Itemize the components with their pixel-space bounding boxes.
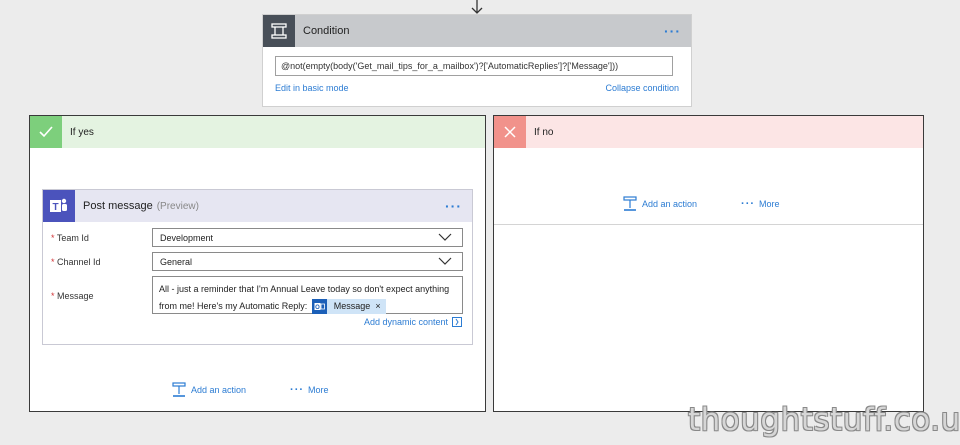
add-action-icon xyxy=(623,196,637,211)
chevron-down-icon xyxy=(438,257,452,265)
collapse-condition-link[interactable]: Collapse condition xyxy=(605,83,679,93)
condition-header[interactable]: Condition ··· xyxy=(263,15,691,47)
message-token[interactable]: O Message × xyxy=(311,298,386,315)
svg-text:T: T xyxy=(52,202,58,213)
dynamic-content-icon xyxy=(452,317,462,327)
condition-more-icon[interactable]: ··· xyxy=(664,24,681,38)
if-yes-header[interactable]: If yes xyxy=(30,116,485,148)
condition-icon xyxy=(263,15,295,47)
chevron-down-icon xyxy=(438,233,452,241)
more-dots-icon: ··· xyxy=(290,383,305,396)
channel-id-value: General xyxy=(160,256,193,267)
team-id-label: * Team Id xyxy=(51,233,89,243)
post-message-title: Post message xyxy=(83,200,153,212)
add-dynamic-content-link[interactable]: Add dynamic content xyxy=(364,317,462,327)
condition-expression-input[interactable]: @not(empty(body('Get_mail_tips_for_a_mai… xyxy=(275,56,673,76)
team-id-value: Development xyxy=(160,232,214,243)
if-no-add-action-button[interactable]: Add an action xyxy=(622,196,697,212)
checkmark-icon xyxy=(30,116,62,148)
if-no-divider xyxy=(494,224,923,225)
if-yes-add-action-button[interactable]: Add an action xyxy=(171,382,246,398)
more-dots-icon: ··· xyxy=(741,197,756,210)
if-yes-more-button[interactable]: ··· More xyxy=(290,383,329,396)
message-input[interactable]: All - just a reminder that I'm Annual Le… xyxy=(152,276,463,315)
if-no-more-label: More xyxy=(759,199,780,209)
team-id-dropdown[interactable]: Development xyxy=(152,228,463,247)
post-message-subtitle: (Preview) xyxy=(156,200,199,212)
svg-text:O: O xyxy=(315,305,320,311)
post-message-more-icon[interactable]: ··· xyxy=(445,199,462,213)
if-no-title: If no xyxy=(534,126,554,138)
if-no-more-button[interactable]: ··· More xyxy=(741,197,780,210)
channel-id-label: * Channel Id xyxy=(51,257,101,267)
post-message-card: T Post message (Preview) ··· * Team Id D… xyxy=(42,189,473,345)
if-no-header[interactable]: If no xyxy=(494,116,923,148)
message-text: All - just a reminder that I'm Annual Le… xyxy=(159,284,450,311)
channel-id-dropdown[interactable]: General xyxy=(152,252,463,271)
if-yes-add-action-label: Add an action xyxy=(191,385,247,395)
add-action-icon xyxy=(172,382,186,397)
watermark-text: thoughtstuff.co.uk xyxy=(688,402,960,438)
remove-token-icon[interactable]: × xyxy=(375,298,385,315)
if-no-branch: If no Add an action ··· More xyxy=(493,115,924,412)
edit-basic-mode-link[interactable]: Edit in basic mode xyxy=(275,83,349,93)
if-no-add-action-label: Add an action xyxy=(642,199,698,209)
if-yes-title: If yes xyxy=(70,126,94,138)
condition-title: Condition xyxy=(303,25,350,37)
message-token-label: Message xyxy=(333,301,371,312)
if-yes-branch: If yes T Post message (Preview) ··· * Te… xyxy=(29,115,486,412)
close-icon xyxy=(494,116,526,148)
teams-icon: T xyxy=(43,190,75,222)
message-label: * Message xyxy=(51,291,94,301)
if-yes-more-label: More xyxy=(308,385,329,395)
condition-card: Condition ··· @not(empty(body('Get_mail_… xyxy=(262,14,692,107)
post-message-header[interactable]: T Post message (Preview) ··· xyxy=(43,190,472,222)
outlook-icon: O xyxy=(311,299,327,315)
add-dynamic-content-label: Add dynamic content xyxy=(363,317,448,327)
